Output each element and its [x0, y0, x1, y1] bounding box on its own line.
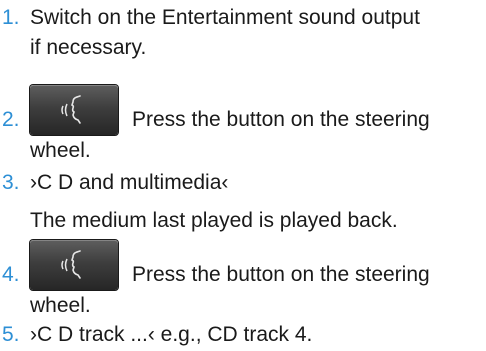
step-number: 1.	[2, 6, 20, 29]
step-number: 3.	[2, 171, 20, 194]
step-number: 4.	[2, 263, 20, 286]
step-note: The medium last played is played back.	[30, 209, 398, 232]
voice-command-icon	[61, 95, 81, 124]
step-number: 5.	[2, 323, 20, 346]
voice-command-icon	[61, 250, 81, 279]
step-text-continued: if necessary.	[30, 36, 147, 59]
step-text: ›C D and multimedia‹	[30, 171, 229, 194]
step-number: 2.	[2, 108, 20, 131]
step-text: ›C D track ...‹ e.g., CD track 4.	[30, 323, 313, 346]
step-text: Press the button on the steering	[132, 263, 430, 286]
voice-command-button	[30, 240, 118, 290]
voice-command-button	[30, 85, 118, 135]
step-text: Switch on the Entertainment sound output	[30, 6, 420, 29]
step-text: Press the button on the steering	[132, 108, 430, 131]
step-text-continued: wheel.	[30, 294, 91, 317]
step-text-continued: wheel.	[30, 139, 91, 162]
